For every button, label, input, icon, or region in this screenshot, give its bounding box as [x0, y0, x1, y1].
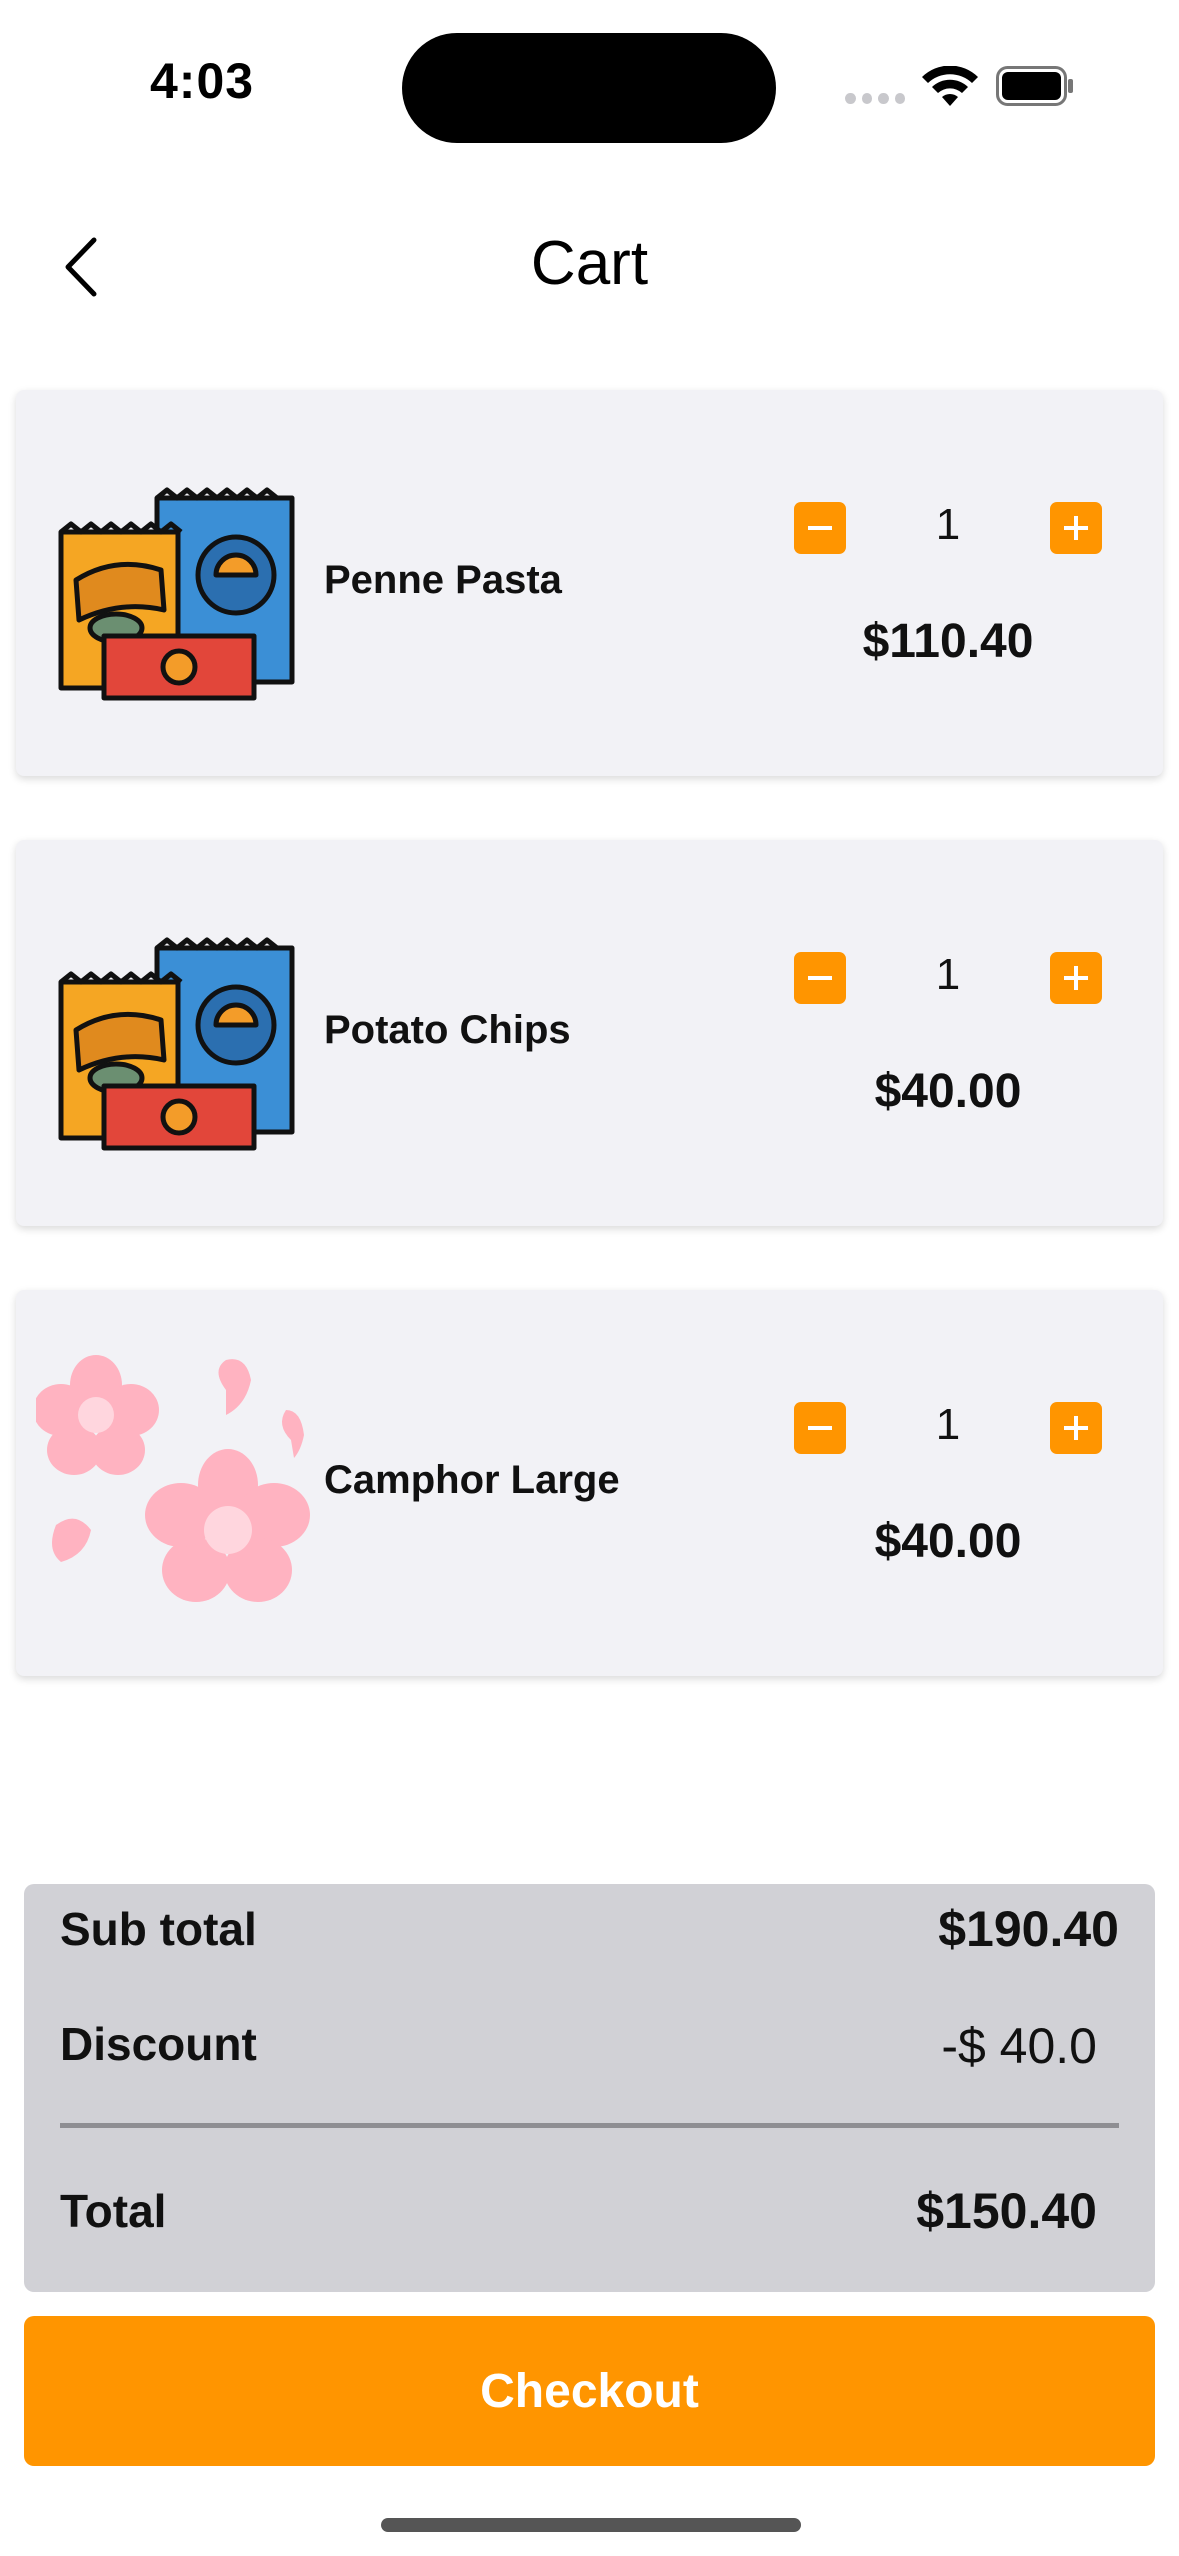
flowers-icon [36, 1355, 310, 1602]
snacks-icon [58, 937, 295, 1151]
discount-value: -$ 40.0 [941, 2018, 1097, 2074]
home-indicator[interactable] [381, 2518, 801, 2532]
cart-item-card: Potato Chips 1 $40.00 [16, 840, 1163, 1226]
quantity-value: 1 [935, 950, 961, 999]
minus-icon [808, 976, 832, 980]
minus-icon [808, 1426, 832, 1430]
plus-icon [1064, 1416, 1088, 1440]
snacks-icon [58, 487, 295, 701]
subtotal-value: $190.40 [938, 1901, 1119, 1957]
order-summary: Sub total $190.40 Discount -$ 40.0 Total… [24, 1884, 1155, 2292]
item-price: $40.00 [874, 1515, 1022, 1568]
decrease-quantity-button[interactable] [794, 952, 846, 1004]
quantity-value: 1 [935, 1400, 961, 1449]
discount-label: Discount [60, 2018, 257, 2070]
summary-divider [60, 2123, 1119, 2128]
status-time: 4:03 [150, 53, 255, 109]
increase-quantity-button[interactable] [1050, 1402, 1102, 1454]
page-title: Cart [530, 229, 649, 298]
item-name: Penne Pasta [324, 558, 562, 602]
cart-item-card: Camphor Large 1 $40.00 [16, 1290, 1163, 1676]
minus-icon [808, 526, 832, 530]
cellular-signal-icon [845, 93, 905, 105]
dynamic-island [402, 33, 776, 143]
decrease-quantity-button[interactable] [794, 1402, 846, 1454]
plus-icon [1064, 516, 1088, 540]
checkout-button[interactable]: Checkout [24, 2316, 1155, 2466]
plus-icon [1064, 966, 1088, 990]
battery-icon [996, 66, 1073, 106]
subtotal-label: Sub total [60, 1903, 257, 1955]
increase-quantity-button[interactable] [1050, 502, 1102, 554]
quantity-value: 1 [935, 500, 961, 549]
item-name: Camphor Large [324, 1458, 620, 1502]
item-name: Potato Chips [324, 1008, 571, 1052]
item-price: $110.40 [862, 615, 1034, 668]
increase-quantity-button[interactable] [1050, 952, 1102, 1004]
total-value: $150.40 [916, 2183, 1097, 2239]
total-label: Total [60, 2185, 167, 2237]
item-price: $40.00 [874, 1065, 1022, 1118]
wifi-icon [922, 66, 978, 106]
cart-item-card: Penne Pasta 1 $110.40 [16, 390, 1163, 776]
decrease-quantity-button[interactable] [794, 502, 846, 554]
